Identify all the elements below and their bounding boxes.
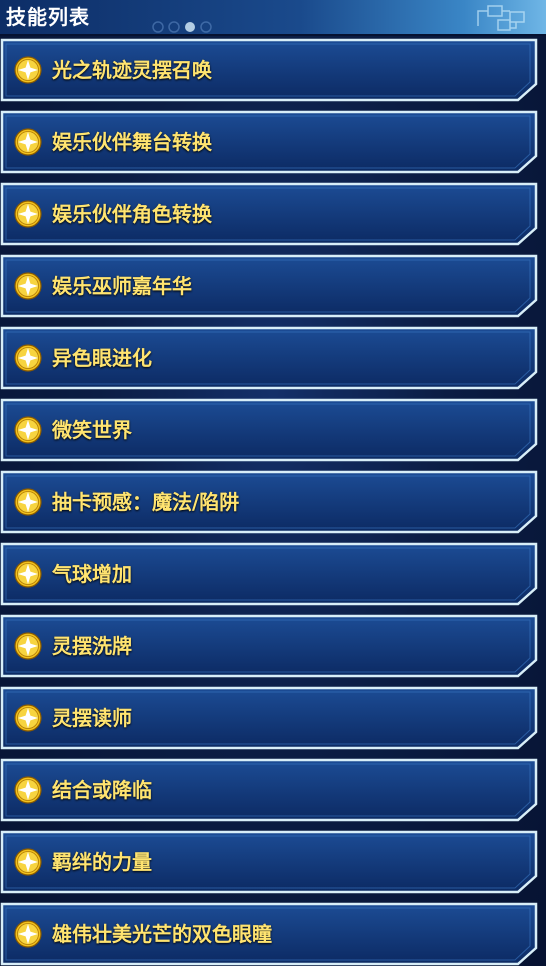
skill-item-label: 抽卡预感：魔法/陷阱 bbox=[52, 490, 240, 514]
star-diamond-icon bbox=[14, 632, 42, 660]
star-diamond-icon bbox=[14, 416, 42, 444]
skill-item[interactable]: 微笑世界 bbox=[0, 398, 538, 462]
star-diamond-icon bbox=[14, 272, 42, 300]
star-diamond-icon bbox=[14, 920, 42, 948]
skill-item-label: 雄伟壮美光芒的双色眼瞳 bbox=[52, 922, 272, 946]
skill-item-label: 娱乐巫师嘉年华 bbox=[52, 274, 192, 298]
skill-item[interactable]: 娱乐伙伴角色转换 bbox=[0, 182, 538, 246]
skill-item[interactable]: 抽卡预感：魔法/陷阱 bbox=[0, 470, 538, 534]
skill-item-label: 娱乐伙伴角色转换 bbox=[52, 202, 212, 226]
skill-item[interactable]: 光之轨迹灵摆召唤 bbox=[0, 38, 538, 102]
skill-item[interactable]: 雄伟壮美光芒的双色眼瞳 bbox=[0, 902, 538, 966]
star-diamond-icon bbox=[14, 200, 42, 228]
skill-item-label: 光之轨迹灵摆召唤 bbox=[52, 58, 212, 82]
skill-item[interactable]: 气球增加 bbox=[0, 542, 538, 606]
star-diamond-icon bbox=[14, 848, 42, 876]
skill-item-label: 微笑世界 bbox=[52, 418, 132, 442]
skill-item-label: 灵摆读师 bbox=[52, 706, 132, 730]
page-dots-icon bbox=[152, 21, 212, 33]
circuit-decoration-icon bbox=[477, 5, 525, 31]
star-diamond-icon bbox=[14, 128, 42, 156]
star-diamond-icon bbox=[14, 488, 42, 516]
star-diamond-icon bbox=[14, 560, 42, 588]
star-diamond-icon bbox=[14, 344, 42, 372]
star-diamond-icon bbox=[14, 704, 42, 732]
skill-item-label: 异色眼进化 bbox=[52, 346, 152, 370]
skill-item-label: 灵摆洗牌 bbox=[52, 634, 132, 658]
skill-item[interactable]: 娱乐巫师嘉年华 bbox=[0, 254, 538, 318]
skill-item-label: 结合或降临 bbox=[52, 778, 152, 802]
skill-item-label: 羁绊的力量 bbox=[52, 850, 152, 874]
skill-item[interactable]: 娱乐伙伴舞台转换 bbox=[0, 110, 538, 174]
skill-item[interactable]: 异色眼进化 bbox=[0, 326, 538, 390]
skill-item-label: 气球增加 bbox=[52, 562, 132, 586]
header-bar: 技能列表 bbox=[0, 0, 546, 36]
skill-list-screen: 技能列表 光之轨迹灵摆召唤 娱乐伙伴舞台转换 娱乐伙伴角色转换 娱乐巫师嘉年华 异色眼进… bbox=[0, 0, 546, 966]
star-diamond-icon bbox=[14, 776, 42, 804]
skill-item[interactable]: 灵摆读师 bbox=[0, 686, 538, 750]
star-diamond-icon bbox=[14, 56, 42, 84]
page-title: 技能列表 bbox=[6, 5, 90, 29]
skill-item[interactable]: 灵摆洗牌 bbox=[0, 614, 538, 678]
skill-item[interactable]: 结合或降临 bbox=[0, 758, 538, 822]
skill-item[interactable]: 羁绊的力量 bbox=[0, 830, 538, 894]
skill-item-label: 娱乐伙伴舞台转换 bbox=[52, 130, 212, 154]
